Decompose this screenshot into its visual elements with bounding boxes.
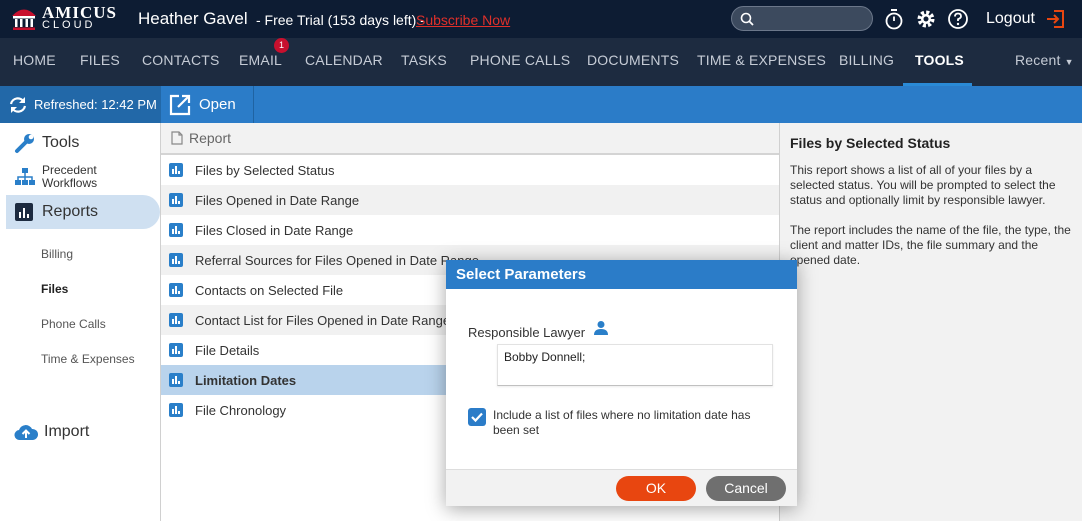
report-row-label: File Chronology xyxy=(195,402,287,418)
cancel-button[interactable]: Cancel xyxy=(706,476,786,501)
report-row-label: Files Opened in Date Range xyxy=(195,192,360,208)
logo-text: AMICUS CLOUD xyxy=(42,3,117,31)
sidebar-sub-time-expenses[interactable]: Time & Expenses xyxy=(41,352,135,366)
report-row-label: Contacts on Selected File xyxy=(195,282,344,298)
document-icon xyxy=(171,131,183,145)
workflow-icon xyxy=(15,168,35,185)
checkbox-label: Include a list of files where no limitat… xyxy=(493,408,751,437)
nav-files[interactable]: FILES xyxy=(80,52,120,68)
logout-icon[interactable] xyxy=(1045,9,1065,29)
description-title: Files by Selected Status xyxy=(790,135,951,151)
sidebar-tools-label: Tools xyxy=(42,134,80,151)
report-chart-icon xyxy=(169,313,183,327)
wrench-icon xyxy=(15,134,34,153)
nav-recent[interactable]: Recent ▼ xyxy=(1015,52,1074,68)
report-row-label: Files by Selected Status xyxy=(195,162,335,178)
report-chart-icon xyxy=(169,403,183,417)
dialog-footer: OK Cancel xyxy=(446,469,797,506)
help-icon[interactable] xyxy=(947,8,969,30)
report-chart-icon xyxy=(169,283,183,297)
report-row-label: Limitation Dates xyxy=(195,372,297,388)
sidebar-item-import[interactable]: Import xyxy=(14,423,89,441)
report-list-header[interactable]: Report xyxy=(161,123,779,155)
report-row-label: File Details xyxy=(195,342,260,358)
timer-icon[interactable] xyxy=(884,8,904,30)
nav-billing[interactable]: BILLING xyxy=(839,52,894,68)
report-chart-icon xyxy=(169,163,183,177)
report-row-label: Referral Sources for Files Opened in Dat… xyxy=(195,252,479,268)
sidebar-sub-files[interactable]: Files xyxy=(41,282,68,296)
workflows-line2: Workflows xyxy=(42,176,98,190)
subscribe-link[interactable]: Subscribe Now xyxy=(416,12,510,28)
open-button[interactable]: Open xyxy=(161,86,254,123)
main-nav: HOME FILES CONTACTS EMAIL 1 CALENDAR TAS… xyxy=(0,38,1082,86)
nav-contacts[interactable]: CONTACTS xyxy=(142,52,220,68)
person-icon[interactable] xyxy=(593,320,609,336)
refresh-button[interactable]: Refreshed: 12:42 PM xyxy=(0,86,161,123)
search-input[interactable] xyxy=(731,6,873,31)
trial-status: - Free Trial (153 days left) - xyxy=(256,12,425,28)
nav-time-expenses[interactable]: TIME & EXPENSES xyxy=(697,52,826,68)
sidebar-item-tools[interactable]: Tools xyxy=(14,132,79,154)
sidebar: Tools Precedent Workflows Reports Billing… xyxy=(0,123,161,521)
report-description-panel: Files by Selected Status This report sho… xyxy=(779,123,1082,521)
ok-button[interactable]: OK xyxy=(616,476,696,501)
sidebar-sub-billing[interactable]: Billing xyxy=(41,247,73,261)
report-row-label: Files Closed in Date Range xyxy=(195,222,354,238)
refresh-icon xyxy=(9,96,27,113)
nav-phone-calls[interactable]: PHONE CALLS xyxy=(470,52,570,68)
select-parameters-dialog: Select Parameters Responsible Lawyer Bob… xyxy=(446,260,797,506)
sidebar-item-reports[interactable]: Reports xyxy=(6,195,160,229)
amicus-logo[interactable]: AMICUS CLOUD xyxy=(10,3,117,31)
top-bar: AMICUS CLOUD Heather Gavel - Free Trial … xyxy=(0,0,1082,38)
nav-tools[interactable]: TOOLS xyxy=(915,52,964,68)
refreshed-time: Refreshed: 12:42 PM xyxy=(34,97,157,112)
report-chart-icon xyxy=(169,373,183,387)
user-name: Heather Gavel xyxy=(138,9,248,28)
sidebar-import-label: Import xyxy=(44,423,90,440)
chart-icon xyxy=(15,203,33,221)
email-badge: 1 xyxy=(274,38,289,53)
report-chart-icon xyxy=(169,223,183,237)
no-limitation-date-checkbox[interactable] xyxy=(468,408,486,426)
gear-icon[interactable] xyxy=(915,8,937,30)
chevron-down-icon: ▼ xyxy=(1064,57,1074,67)
cloud-upload-icon xyxy=(14,425,38,441)
checkmark-icon xyxy=(471,412,483,423)
nav-calendar[interactable]: CALENDAR xyxy=(305,52,383,68)
responsible-lawyer-field[interactable]: Bobby Donnell; xyxy=(497,344,773,386)
nav-documents[interactable]: DOCUMENTS xyxy=(587,52,679,68)
nav-tasks[interactable]: TASKS xyxy=(401,52,447,68)
logo-line1: AMICUS xyxy=(42,3,117,22)
responsible-lawyer-label: Responsible Lawyer xyxy=(468,325,586,340)
dialog-title: Select Parameters xyxy=(446,260,797,289)
report-row[interactable]: Files by Selected Status xyxy=(161,155,779,185)
toolbar: Refreshed: 12:42 PM Open xyxy=(0,86,1082,123)
report-row-label: Contact List for Files Opened in Date Ra… xyxy=(195,312,451,328)
report-chart-icon xyxy=(169,343,183,357)
report-chart-icon xyxy=(169,253,183,267)
description-paragraph: The report includes the name of the file… xyxy=(790,223,1071,267)
nav-email[interactable]: EMAIL xyxy=(239,52,282,68)
logout-link[interactable]: Logout xyxy=(986,10,1035,28)
description-paragraph: This report shows a list of all of your … xyxy=(790,163,1056,207)
report-row[interactable]: Files Closed in Date Range xyxy=(161,215,779,245)
open-label: Open xyxy=(199,96,236,113)
amicus-shield-icon xyxy=(12,9,36,30)
workflows-line1: Precedent xyxy=(42,163,97,177)
sidebar-item-precedent-workflows[interactable]: Precedent Workflows xyxy=(14,164,97,190)
recent-label: Recent xyxy=(1015,52,1061,68)
report-column-label: Report xyxy=(189,130,232,146)
report-chart-icon xyxy=(169,193,183,207)
sidebar-sub-phone-calls[interactable]: Phone Calls xyxy=(41,317,106,331)
workflows-text: Precedent Workflows xyxy=(42,164,97,190)
sidebar-reports-label: Reports xyxy=(42,203,99,220)
report-row[interactable]: Files Opened in Date Range xyxy=(161,185,779,215)
search-icon xyxy=(740,12,754,26)
nav-home[interactable]: HOME xyxy=(13,52,56,68)
open-external-icon xyxy=(169,94,191,115)
